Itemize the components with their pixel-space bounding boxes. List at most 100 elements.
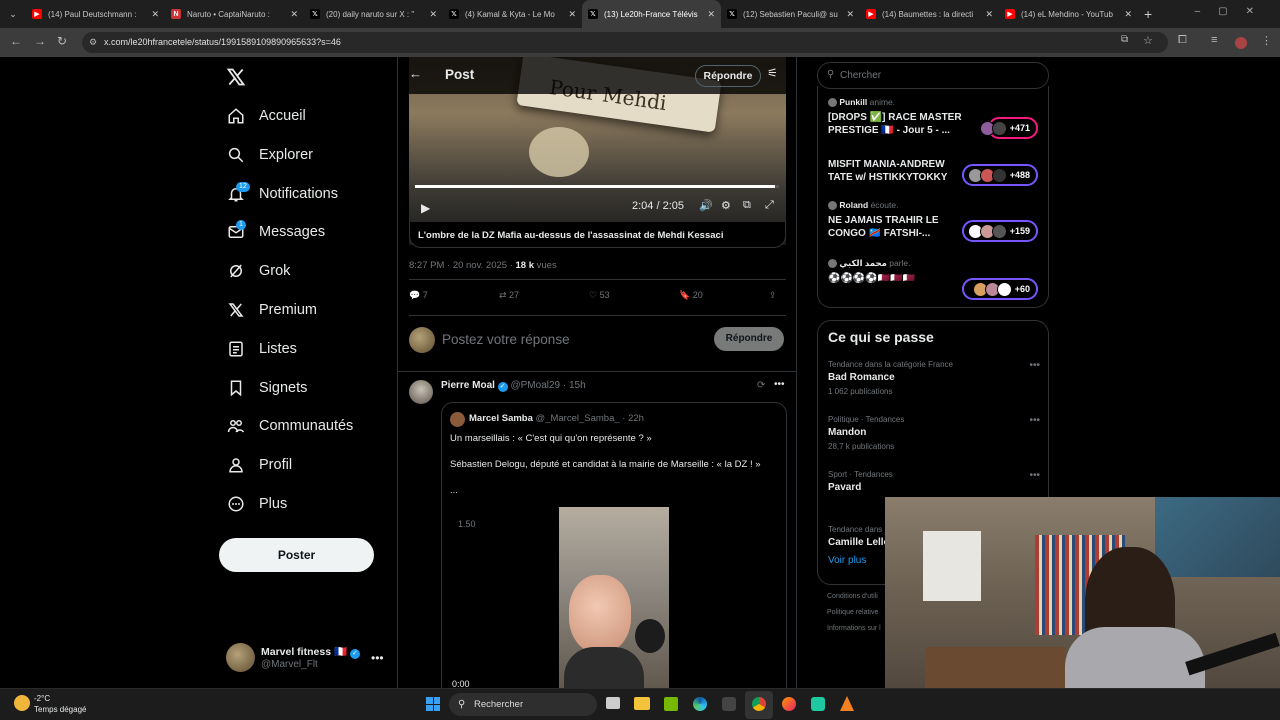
space-listeners[interactable]: +471 [979,117,1038,139]
reply-submit-button[interactable]: Répondre [714,327,784,351]
store-icon[interactable] [722,697,736,711]
search-box[interactable]: ⚲ Chercher [817,62,1049,89]
browser-tab[interactable]: 𝕏 (20) daily naruto sur X : " ✕ [304,0,443,28]
trend-item[interactable]: Tendance dans la catégorie France Bad Ro… [828,360,1040,408]
volume-icon[interactable]: 🔊 [699,199,713,212]
menu-icon[interactable]: ⋮ [1261,34,1272,47]
browser-tab[interactable]: 𝕏 (4) Kamal & Kyta - Le Mo ✕ [443,0,582,28]
reply-more-icon[interactable]: ••• [774,379,785,390]
task-view-icon[interactable] [606,697,620,709]
trend-more-icon[interactable]: ••• [1029,415,1040,426]
tab-close-icon[interactable]: ✕ [707,9,715,20]
url-field[interactable]: ⚙ x.com/le20hfrancetele/status/199158910… [82,32,1168,53]
space-item[interactable]: محمد الكبي parle. ⚽⚽⚽⚽🇶🇦🇶🇦🇶🇦 +60 [828,258,1043,308]
vlc-icon[interactable] [840,696,854,711]
reload-icon[interactable]: ↻ [57,34,67,48]
windows-start-icon[interactable] [426,697,440,711]
trend-item[interactable]: Politique · Tendances Mandon 28,7 k publ… [828,415,1040,463]
nvidia-icon[interactable] [664,697,678,711]
quoted-tweet[interactable]: Marcel Samba @_Marcel_Samba_ · 22h Un ma… [441,402,787,720]
nav-item-premium[interactable]: Premium [225,295,317,325]
footer-link[interactable]: Conditions d'utili [827,593,878,600]
bookmark-action[interactable]: 🔖 20 [679,290,703,301]
nav-item-explorer[interactable]: Explorer [225,140,313,170]
nav-item-listes[interactable]: Listes [225,334,297,364]
install-icon[interactable]: ⧉ [1121,34,1128,45]
see-more-link[interactable]: Voir plus [828,555,866,566]
nav-item-profil[interactable]: Profil [225,450,292,480]
browser-tab[interactable]: N Naruto • CaptaiNaruto : ✕ [165,0,304,28]
weather-temp[interactable]: -2°C [34,694,50,703]
edge-icon[interactable] [693,697,707,711]
post-button[interactable]: Poster [219,538,374,572]
weather-desc[interactable]: Temps dégagé [34,705,86,714]
taskbar-search[interactable]: ⚲ Rechercher [449,693,597,716]
tab-close-icon[interactable]: ✕ [985,9,993,20]
back-icon[interactable]: ← [10,34,22,48]
browser-tab[interactable]: ▶ (14) Baumettes : la directi ✕ [860,0,999,28]
space-item[interactable]: Roland écoute. NE JAMAIS TRAHIR LE CONGO … [828,200,1043,250]
pip-icon[interactable]: ⧉ [743,199,751,212]
like-action[interactable]: ♡ 53 [589,290,610,301]
video-progress-track[interactable] [415,185,779,188]
account-name[interactable]: Marvel fitness 🇫🇷 ✓ [261,645,360,659]
quoted-video-frame[interactable] [559,507,669,697]
nav-item-accueil[interactable]: Accueil [225,101,306,131]
reply-avatar[interactable] [409,380,433,404]
tab-close-icon[interactable]: ✕ [429,9,437,20]
video-caption[interactable]: L'ombre de la DZ Mafia au-dessus de l'as… [409,222,786,248]
play-icon[interactable]: ▶ [421,201,430,215]
header-reply-button[interactable]: Répondre [695,65,761,87]
browser-tab[interactable]: 𝕏 (13) Le20h-France Télévis ✕ [582,0,721,28]
account-avatar[interactable] [226,643,255,672]
chrome-taskbar-active[interactable] [745,691,773,719]
browser-tab[interactable]: ▶ (14) Paul Deutschmann : ✕ [26,0,165,28]
reading-list-icon[interactable]: ≡ [1211,34,1217,46]
settings-icon[interactable]: ⚙ [721,199,731,212]
tab-close-icon[interactable]: ✕ [151,9,159,20]
tab-close-icon[interactable]: ✕ [568,9,576,20]
footer-link[interactable]: Politique relative [827,609,878,616]
fullscreen-icon[interactable]: ⤢ [765,199,774,212]
weather-icon[interactable] [14,695,30,711]
footer-link[interactable]: Informations sur l [827,625,881,632]
nav-item-communauts[interactable]: Communautés [225,411,353,441]
window-controls[interactable]: –▢✕ [1195,6,1272,17]
nav-item-plus[interactable]: Plus [225,489,287,519]
playback-speed[interactable]: 1.50 [458,519,476,529]
space-item[interactable]: Punkill anime. [DROPS ✅] RACE MASTER PRES… [828,97,1043,147]
space-listeners[interactable]: +60 [962,278,1038,300]
repost-action[interactable]: ⇄ 27 [499,290,519,301]
tab-close-icon[interactable]: ✕ [1124,9,1132,20]
firefox-icon[interactable] [782,697,796,711]
account-more-icon[interactable]: ••• [371,651,384,665]
nav-item-messages[interactable]: 1 Messages [225,217,325,247]
site-info-icon[interactable]: ⚙ [89,32,97,53]
share-icon[interactable]: ⇪ [769,290,777,301]
nav-item-signets[interactable]: Signets [225,373,307,403]
space-listeners[interactable]: +488 [962,164,1038,186]
reply-author[interactable]: Pierre Moal ✓ @PMoal29 · 15h [441,380,586,392]
file-explorer-icon[interactable] [634,697,650,710]
filter-icon[interactable]: ⚟ [767,66,778,80]
grok-analyze-icon[interactable]: ⟳ [757,380,765,391]
tab-search-icon[interactable]: ⌄ [0,0,26,28]
bookmark-star-icon[interactable]: ☆ [1143,34,1153,47]
trend-more-icon[interactable]: ••• [1029,470,1040,481]
back-arrow-icon[interactable]: ← [409,66,422,81]
new-tab-icon[interactable]: + [1144,6,1152,22]
app-icon[interactable] [811,697,825,711]
tab-close-icon[interactable]: ✕ [846,9,854,20]
browser-tab[interactable]: 𝕏 (12) Sebastien Paculi@ su ✕ [721,0,860,28]
browser-tab[interactable]: ▶ (14) eL Mehdino - YouTub ✕ [999,0,1138,28]
profile-avatar[interactable] [1235,37,1247,49]
tab-close-icon[interactable]: ✕ [290,9,298,20]
x-logo-icon[interactable] [226,67,246,87]
reply-action[interactable]: 💬 7 [409,290,428,301]
reply-input[interactable]: Postez votre réponse [442,332,570,347]
forward-icon[interactable]: → [34,34,46,48]
nav-item-grok[interactable]: Grok [225,256,290,286]
trend-more-icon[interactable]: ••• [1029,360,1040,371]
space-listeners[interactable]: +159 [962,220,1038,242]
extensions-icon[interactable]: ⧠ [1178,34,1187,47]
